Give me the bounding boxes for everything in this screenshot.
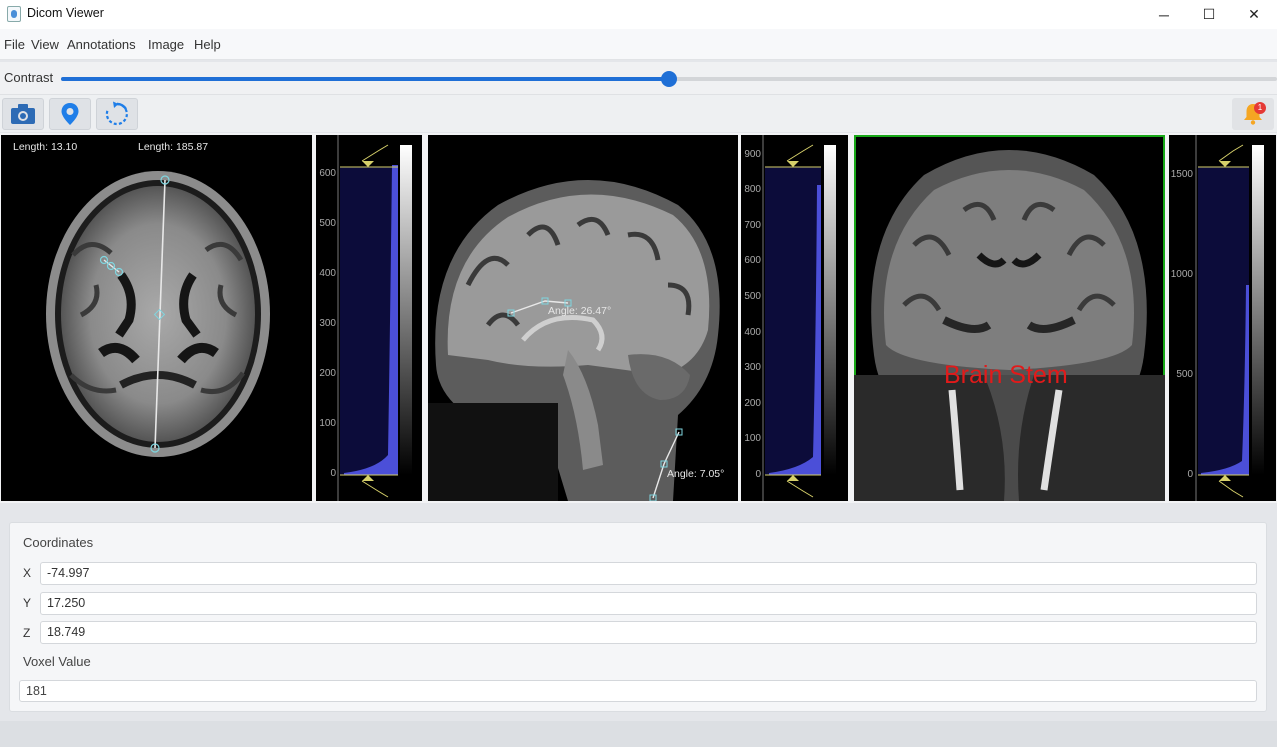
- coronal-histogram[interactable]: 1500 1000 500 0: [1169, 135, 1276, 501]
- close-icon: ✕: [1248, 6, 1260, 22]
- menu-view[interactable]: View: [31, 37, 59, 52]
- axial-tick-400: 400: [319, 268, 336, 279]
- menu-annotations[interactable]: Annotations: [67, 37, 136, 52]
- length-measurement-2: Length: 185.87: [138, 141, 209, 153]
- status-strip: [0, 721, 1277, 747]
- sagittal-tick-800: 800: [744, 184, 761, 195]
- rotate-icon: [105, 101, 128, 126]
- coronal-tick-1500: 1500: [1170, 169, 1193, 180]
- sagittal-tick-0: 0: [755, 469, 761, 480]
- notifications-button[interactable]: 1: [1232, 98, 1274, 130]
- y-coordinate-field[interactable]: 17.250: [40, 592, 1257, 615]
- z-coordinate-field[interactable]: 18.749: [40, 621, 1257, 644]
- camera-icon: [11, 104, 35, 124]
- sagittal-tick-500: 500: [744, 291, 761, 302]
- sagittal-tick-600: 600: [744, 255, 761, 266]
- sagittal-tick-900: 900: [744, 149, 761, 160]
- maximize-button[interactable]: ☐: [1186, 0, 1232, 29]
- contrast-slider[interactable]: [61, 71, 1277, 87]
- sagittal-tick-400: 400: [744, 327, 761, 338]
- sagittal-tick-100: 100: [744, 433, 761, 444]
- axial-tick-0: 0: [330, 468, 336, 479]
- coordinates-title: Coordinates: [23, 535, 94, 550]
- menu-file[interactable]: File: [4, 37, 25, 52]
- coronal-tick-1000: 1000: [1170, 269, 1193, 280]
- x-coordinate-field[interactable]: -74.997: [40, 562, 1257, 585]
- z-label: Z: [23, 626, 31, 640]
- minimize-button[interactable]: ─: [1141, 0, 1187, 29]
- axial-viewport[interactable]: Length: 13.10 Length: 185.87: [1, 135, 312, 501]
- axial-tick-200: 200: [319, 368, 336, 379]
- sagittal-tick-200: 200: [744, 398, 761, 409]
- axial-tick-300: 300: [319, 318, 336, 329]
- window-title: Dicom Viewer: [27, 6, 104, 20]
- length-measurement-1: Length: 13.10: [13, 141, 78, 153]
- minimize-icon: ─: [1159, 6, 1169, 23]
- brain-stem-label: Brain Stem: [944, 361, 1068, 389]
- coronal-tick-500: 500: [1176, 369, 1193, 380]
- sagittal-tick-300: 300: [744, 362, 761, 373]
- angle-measurement-1: Angle: 26.47°: [548, 305, 612, 317]
- coronal-mri-image: [854, 150, 1165, 501]
- contrast-label: Contrast: [4, 70, 54, 85]
- coronal-tick-0: 0: [1187, 469, 1193, 480]
- coronal-histogram-plot: [1195, 135, 1264, 501]
- map-pin-icon: [61, 103, 79, 125]
- maximize-icon: ☐: [1202, 6, 1216, 22]
- close-button[interactable]: ✕: [1231, 0, 1277, 29]
- viewer-area: Length: 13.10 Length: 185.87 600 500 400…: [0, 133, 1277, 503]
- axial-mri-image: [46, 171, 270, 457]
- dicom-app-icon: [7, 6, 21, 22]
- voxel-value-label: Voxel Value: [23, 654, 91, 669]
- screenshot-button[interactable]: [2, 98, 44, 130]
- axial-tick-600: 600: [319, 168, 336, 179]
- coronal-viewport[interactable]: Brain Stem: [854, 135, 1165, 501]
- y-label: Y: [23, 596, 32, 610]
- x-label: X: [23, 566, 32, 580]
- menu-bar: File View Annotations Image Help: [0, 29, 1277, 60]
- marker-button[interactable]: [49, 98, 91, 130]
- rotate-button[interactable]: [96, 98, 138, 130]
- menu-help[interactable]: Help: [194, 37, 221, 52]
- notification-badge: 1: [1254, 102, 1266, 114]
- axial-tick-500: 500: [319, 218, 336, 229]
- sagittal-viewport[interactable]: Angle: 26.47° Angle: 7.05°: [428, 135, 738, 501]
- coordinates-panel: Coordinates X -74.997 Y 17.250 Z 18.749 …: [9, 522, 1267, 712]
- voxel-value-field[interactable]: 181: [19, 680, 1257, 702]
- toolbar: 1: [0, 94, 1277, 132]
- contrast-row: Contrast: [0, 62, 1277, 94]
- sagittal-tick-700: 700: [744, 220, 761, 231]
- menu-image[interactable]: Image: [148, 37, 184, 52]
- axial-tick-100: 100: [319, 418, 336, 429]
- axial-histogram[interactable]: 600 500 400 300 200 100 0: [316, 135, 422, 501]
- sagittal-histogram[interactable]: 900 800 700 600 500 400 300 200 100 0: [741, 135, 848, 501]
- contrast-slider-fill: [61, 77, 669, 81]
- sagittal-mri-image: [428, 180, 720, 501]
- angle-measurement-2: Angle: 7.05°: [667, 468, 725, 480]
- contrast-slider-handle[interactable]: [661, 71, 677, 87]
- title-bar: Dicom Viewer ─ ☐ ✕: [0, 0, 1277, 29]
